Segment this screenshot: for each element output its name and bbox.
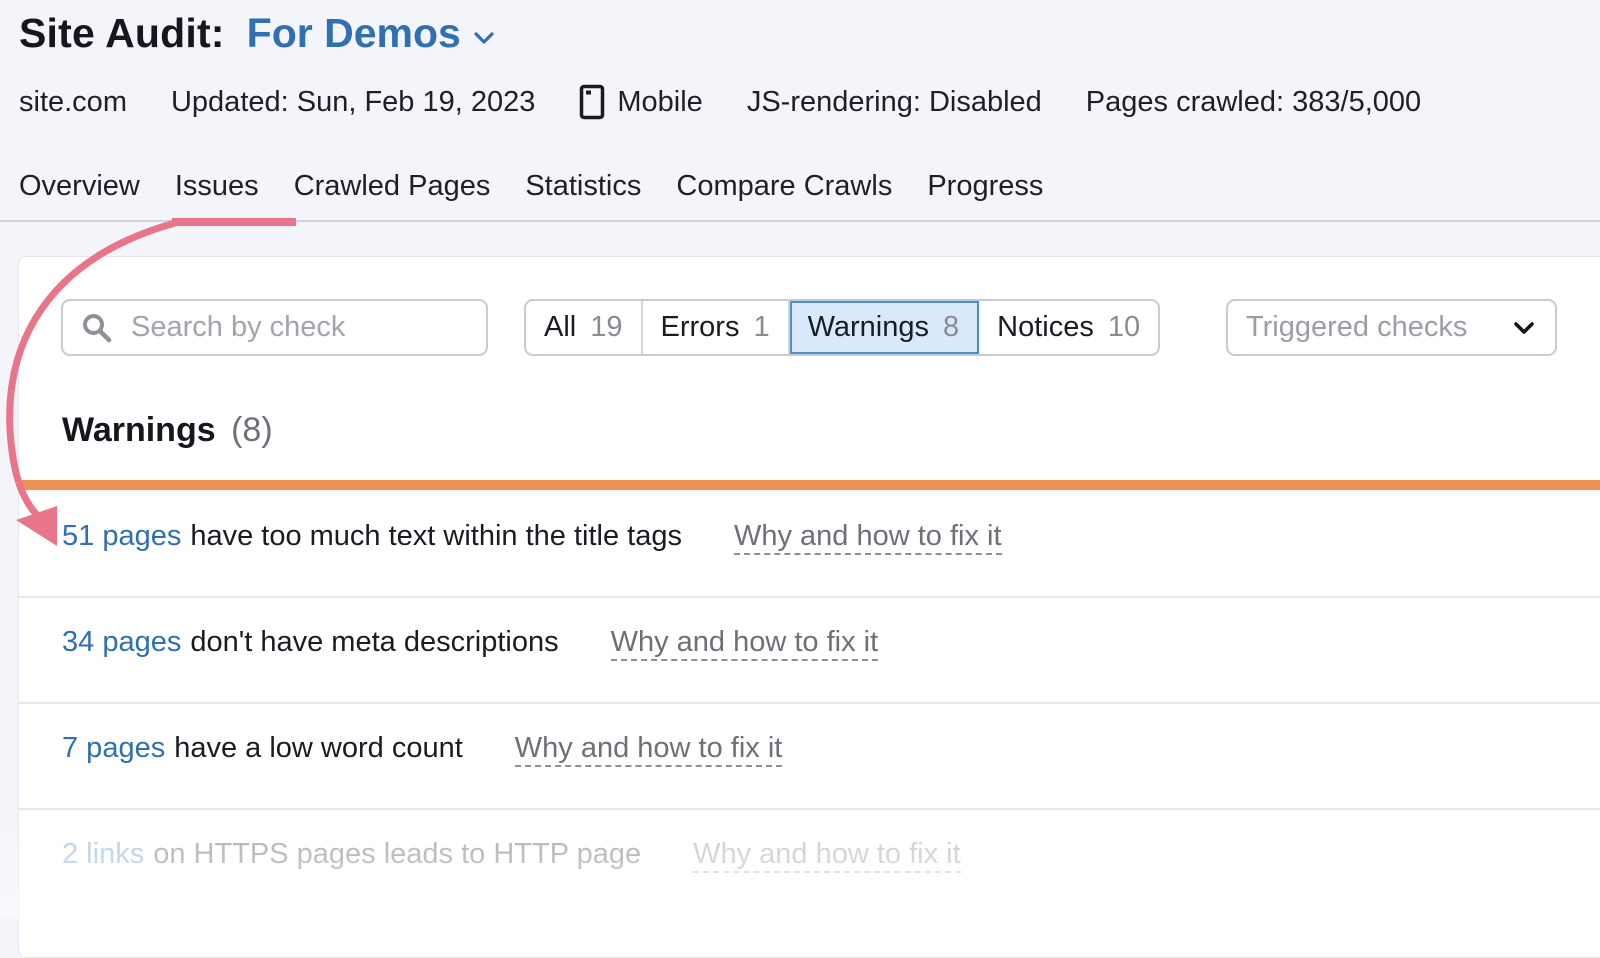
project-selector[interactable]: For Demos xyxy=(247,10,461,57)
tab-overview[interactable]: Overview xyxy=(19,170,140,203)
tab-crawled-pages[interactable]: Crawled Pages xyxy=(294,170,491,203)
section-heading: Warnings (8) xyxy=(62,411,273,450)
why-how-fix-link[interactable]: Why and how to fix it xyxy=(610,626,879,662)
triggered-checks-dropdown[interactable]: Triggered checks xyxy=(1226,299,1557,356)
filter-label: Warnings xyxy=(807,311,930,343)
tab-bar: Overview Issues Crawled Pages Statistics… xyxy=(19,170,1078,203)
filter-errors[interactable]: Errors 1 xyxy=(643,301,790,354)
issue-row: 7 pages have a low word count Why and ho… xyxy=(18,702,1600,810)
filter-count: 8 xyxy=(943,311,960,343)
section-count: (8) xyxy=(231,411,273,449)
device-info: Mobile xyxy=(579,84,703,120)
issue-row: 51 pages have too much text within the t… xyxy=(18,490,1600,598)
domain-label: site.com xyxy=(19,85,127,118)
filter-label: Errors xyxy=(660,311,740,343)
issue-pages-link[interactable]: 2 links xyxy=(62,838,144,873)
tab-issues[interactable]: Issues xyxy=(175,170,259,203)
issue-pages-link[interactable]: 7 pages xyxy=(62,732,165,767)
js-rendering-status: JS-rendering: Disabled xyxy=(746,85,1042,118)
filter-label: Notices xyxy=(997,311,1094,343)
issue-description: have a low word count xyxy=(174,732,463,764)
pages-crawled: Pages crawled: 383/5,000 xyxy=(1085,85,1422,118)
why-how-fix-link[interactable]: Why and how to fix it xyxy=(733,520,1002,556)
filter-count: 1 xyxy=(753,311,770,343)
filter-label: All xyxy=(544,311,577,343)
issue-type-filter: All 19 Errors 1 Warnings 8 Notices 10 xyxy=(524,299,1161,356)
section-title: Warnings xyxy=(62,411,216,449)
chevron-down-icon xyxy=(1514,321,1534,334)
mobile-phone-icon xyxy=(580,84,605,120)
page-title: Site Audit: xyxy=(19,10,225,56)
search-icon xyxy=(83,313,112,342)
filter-all[interactable]: All 19 xyxy=(526,301,643,354)
issue-description: have too much text within the title tags xyxy=(190,520,682,552)
device-label: Mobile xyxy=(617,85,703,118)
issue-description: don't have meta descriptions xyxy=(190,626,559,658)
tab-divider xyxy=(0,220,1600,222)
tab-compare-crawls[interactable]: Compare Crawls xyxy=(676,170,892,203)
search-box[interactable] xyxy=(61,299,488,356)
issue-pages-link[interactable]: 51 pages xyxy=(62,520,181,555)
warning-severity-bar xyxy=(18,480,1600,490)
chevron-down-icon[interactable] xyxy=(473,31,495,45)
audit-meta: site.com Updated: Sun, Feb 19, 2023 Mobi… xyxy=(19,84,1465,120)
tab-statistics[interactable]: Statistics xyxy=(525,170,641,203)
dropdown-label: Triggered checks xyxy=(1246,311,1468,343)
filter-notices[interactable]: Notices 10 xyxy=(979,301,1158,354)
filter-warnings[interactable]: Warnings 8 xyxy=(789,301,980,354)
updated-date: Updated: Sun, Feb 19, 2023 xyxy=(170,85,536,118)
issue-pages-link[interactable]: 34 pages xyxy=(62,626,181,661)
page-header: Site Audit: For Demos xyxy=(19,10,495,57)
filter-count: 10 xyxy=(1107,311,1141,343)
tab-progress[interactable]: Progress xyxy=(927,170,1043,203)
search-input[interactable] xyxy=(129,310,453,345)
filter-count: 19 xyxy=(590,311,623,343)
why-how-fix-link[interactable]: Why and how to fix it xyxy=(693,838,961,874)
issue-row: 2 links on HTTPS pages leads to HTTP pag… xyxy=(18,808,1600,914)
issue-description: on HTTPS pages leads to HTTP page xyxy=(153,838,642,870)
issue-row: 34 pages don't have meta descriptions Wh… xyxy=(18,596,1600,704)
why-how-fix-link[interactable]: Why and how to fix it xyxy=(514,732,783,768)
